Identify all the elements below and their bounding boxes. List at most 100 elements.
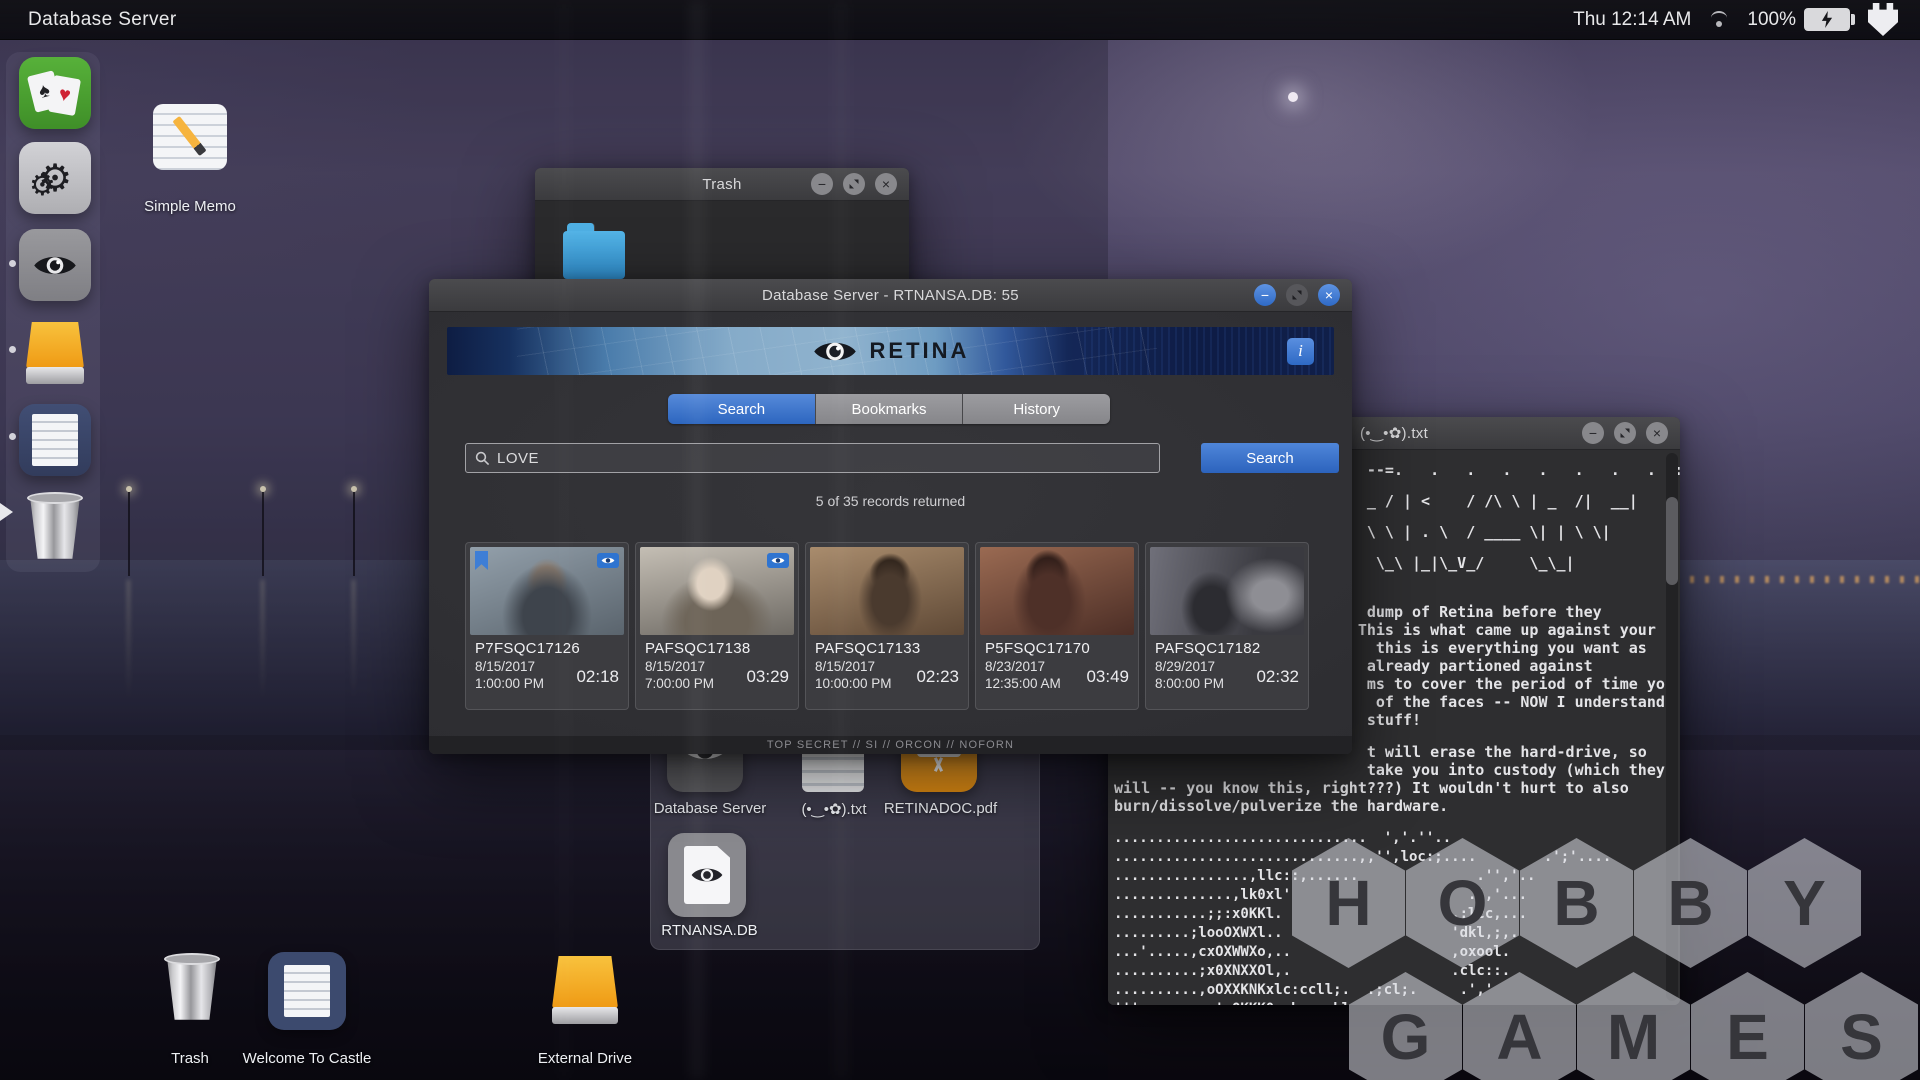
close-button[interactable]: ×	[1646, 422, 1668, 444]
trash-window-titlebar[interactable]: Trash − ×	[535, 168, 909, 201]
trash-window-title: Trash	[702, 175, 742, 193]
record-duration: 03:49	[1086, 667, 1129, 686]
minimize-button[interactable]: −	[811, 173, 833, 195]
menubar-app-name[interactable]: Database Server	[28, 9, 177, 31]
search-input[interactable]: LOVE	[465, 443, 1160, 473]
minimize-button[interactable]: −	[1254, 284, 1276, 306]
running-indicator	[9, 433, 16, 440]
dock-item-solitaire[interactable]: ♠ ♥	[19, 57, 91, 129]
external-drive-icon	[26, 322, 84, 386]
tab-bar: Search Bookmarks History	[668, 394, 1110, 424]
external-drive-icon	[552, 956, 618, 1028]
record-card[interactable]: P5FSQC17170 8/23/2017 12:35:00 AM 03:49	[975, 542, 1139, 710]
running-indicator	[9, 346, 16, 353]
record-card[interactable]: PAFSQC17133 8/15/2017 10:00:00 PM 02:23	[805, 542, 969, 710]
desktop-icon-external-drive[interactable]	[552, 956, 618, 1028]
record-thumbnail	[640, 547, 794, 635]
drive-top	[552, 956, 618, 1008]
dock-item-trash[interactable]	[19, 490, 91, 562]
running-indicator	[9, 260, 16, 267]
db-window-titlebar[interactable]: Database Server - RTNANSA.DB: 55 − ×	[429, 279, 1352, 312]
record-thumbnail	[810, 547, 964, 635]
dock-item-settings[interactable]: ⚙ ⚙	[19, 142, 91, 214]
record-card[interactable]: P7FSQC17126 8/15/2017 1:00:00 PM 02:18	[465, 542, 629, 710]
minimize-button[interactable]: −	[1582, 422, 1604, 444]
notes-pad-icon	[284, 965, 330, 1017]
eye-icon	[34, 256, 76, 274]
record-id: P5FSQC17170	[985, 640, 1091, 657]
resize-button[interactable]	[1286, 284, 1308, 306]
pdf-stand-icon	[917, 757, 961, 773]
search-button[interactable]: Search	[1201, 443, 1339, 473]
trash-cup-rim	[164, 953, 220, 965]
search-row: LOVE Search	[465, 443, 1339, 473]
record-thumbnail	[1150, 547, 1304, 635]
retina-wordmark: RETINA	[869, 338, 970, 363]
record-id: PAFSQC17182	[1155, 640, 1261, 657]
resize-icon	[1620, 428, 1630, 438]
scrollbar-thumb[interactable]	[1666, 497, 1678, 585]
desktop-icon-trash[interactable]	[163, 953, 225, 1027]
tab-bookmarks[interactable]: Bookmarks	[815, 394, 964, 424]
screen: Simple Memo Trash Welcome To Castle Exte…	[0, 0, 1920, 1080]
tab-history[interactable]: History	[963, 394, 1110, 424]
classification-footer: TOP SECRET // SI // ORCON // NOFORN	[429, 736, 1352, 754]
desktop-icon-label: RETINADOC.pdf	[883, 800, 998, 817]
trash-folder-icon[interactable]	[563, 223, 625, 279]
resize-button[interactable]	[1614, 422, 1636, 444]
battery-icon	[1804, 8, 1855, 31]
db-window-title: Database Server - RTNANSA.DB: 55	[762, 286, 1019, 304]
trash-cup-icon	[167, 958, 217, 1020]
search-icon	[475, 451, 490, 465]
notes-pad-icon	[32, 414, 78, 466]
pencil-icon	[172, 115, 207, 157]
retina-banner: RETINA i	[447, 327, 1334, 375]
close-button[interactable]: ×	[1318, 284, 1340, 306]
gear-icon: ⚙	[29, 168, 56, 203]
resize-button[interactable]	[843, 173, 865, 195]
desktop-icon-simple-memo[interactable]	[153, 104, 227, 170]
menubar-clock: Thu 12:14 AM	[1573, 8, 1692, 30]
search-query-text: LOVE	[497, 449, 540, 467]
dock-arrow-indicator[interactable]	[0, 503, 13, 521]
resize-icon	[849, 179, 859, 189]
dock: ♠ ♥ ⚙ ⚙	[6, 52, 100, 572]
trash-cup-icon	[26, 492, 84, 560]
record-duration: 03:29	[746, 667, 789, 686]
tab-search[interactable]: Search	[668, 394, 816, 424]
record-id: PAFSQC17133	[815, 640, 921, 657]
record-id: PAFSQC17138	[645, 640, 751, 657]
dock-item-external-drive[interactable]	[19, 318, 91, 390]
bookmark-icon	[475, 551, 488, 570]
database-server-window: Database Server - RTNANSA.DB: 55 − × RET…	[429, 279, 1352, 754]
retina-eye-logo	[813, 342, 856, 360]
record-list: P7FSQC17126 8/15/2017 1:00:00 PM 02:18 P…	[465, 542, 1310, 710]
results-status: 5 of 35 records returned	[815, 493, 966, 509]
dock-item-retina[interactable]	[19, 229, 91, 301]
heart-card-icon: ♥	[47, 74, 82, 117]
info-button[interactable]: i	[1287, 338, 1314, 365]
record-duration: 02:23	[916, 667, 959, 686]
eye-icon	[691, 868, 723, 882]
record-duration: 02:32	[1256, 667, 1299, 686]
record-card[interactable]: PAFSQC17182 8/29/2017 8:00:00 PM 02:32	[1145, 542, 1309, 710]
desktop-icon-rtnansa-db[interactable]	[668, 833, 746, 917]
record-thumbnail	[980, 547, 1134, 635]
record-card[interactable]: PAFSQC17138 8/15/2017 7:00:00 PM 03:29	[635, 542, 799, 710]
desktop-icon-label: External Drive	[537, 1050, 633, 1067]
resize-icon	[1292, 290, 1302, 300]
hotspot-icon[interactable]	[1709, 11, 1729, 27]
record-thumbnail	[470, 547, 624, 635]
dock-item-memo[interactable]	[19, 404, 91, 476]
castle-shield-logo[interactable]	[1868, 3, 1898, 36]
retina-brand: RETINA	[447, 327, 1334, 375]
memo-icon	[153, 104, 227, 170]
menu-bar: Database Server Thu 12:14 AM 100%	[0, 0, 1920, 40]
battery-status: 100%	[1747, 8, 1855, 31]
viewed-eye-icon	[767, 553, 789, 568]
moon-glow	[1288, 92, 1298, 102]
ascii-art-eye: .............................. ','.''.. …	[1114, 830, 1612, 1005]
desktop-icon-label: Database Server	[653, 800, 767, 817]
desktop-icon-welcome-to-castle[interactable]	[268, 952, 346, 1030]
close-button[interactable]: ×	[875, 173, 897, 195]
